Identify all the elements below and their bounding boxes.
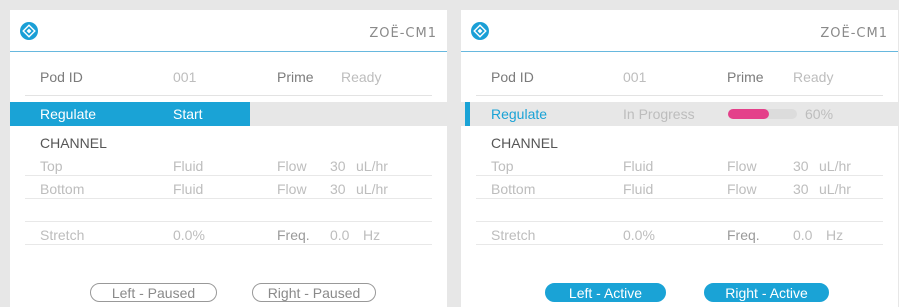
top-value: Fluid (623, 158, 654, 174)
app-logo-icon (20, 22, 38, 40)
top-label: Top (40, 158, 63, 174)
channel-heading: CHANNEL (491, 135, 558, 151)
left-active-button[interactable]: Left - Active (545, 283, 666, 302)
bottom-label: Bottom (491, 181, 536, 197)
row-divider (476, 244, 883, 245)
row-divider (25, 244, 432, 245)
bottom-flow-unit: uL/hr (819, 181, 851, 197)
stretch-row: Stretch 0.0% Freq. 0.0 Hz (461, 225, 898, 245)
instrument-panel-right: ZOË-CM1 Pod ID 001 Prime Ready Regulate … (461, 10, 898, 307)
regulate-row-fill (250, 102, 447, 126)
bottom-flow-value: 30 (330, 181, 346, 197)
bottom-value: Fluid (623, 181, 654, 197)
header-divider (461, 51, 898, 52)
progress-fill (728, 109, 770, 119)
regulate-status: In Progress (623, 106, 695, 122)
stretch-label: Stretch (491, 227, 536, 243)
prime-value: Ready (341, 69, 382, 85)
device-model: ZOË-CM1 (820, 26, 888, 41)
progress-percent: 60% (805, 106, 834, 122)
row-divider (476, 221, 883, 222)
top-flow-label: Flow (277, 158, 307, 174)
right-paused-button[interactable]: Right - Paused (252, 283, 376, 302)
prime-label: Prime (277, 69, 314, 85)
bottom-channel-row: Bottom Fluid Flow 30 uL/hr (10, 179, 447, 199)
regulate-row[interactable]: Regulate Start (10, 102, 447, 126)
freq-value: 0.0 (330, 227, 350, 243)
bottom-flow-label: Flow (727, 181, 757, 197)
regulate-label: Regulate (491, 106, 548, 122)
left-paused-button[interactable]: Left - Paused (90, 283, 217, 302)
row-divider (476, 198, 883, 199)
freq-label: Freq. (727, 227, 760, 243)
spacer-row (10, 202, 447, 222)
stretch-value: 0.0% (623, 227, 655, 243)
regulate-value: Start (173, 106, 203, 122)
pod-info-row: Pod ID 001 Prime Ready (10, 65, 447, 89)
prime-label: Prime (727, 69, 764, 85)
bottom-channel-row: Bottom Fluid Flow 30 uL/hr (461, 179, 898, 199)
pod-id-value: 001 (623, 69, 647, 85)
regulate-progress-bar (728, 109, 797, 119)
freq-unit: Hz (826, 227, 844, 243)
top-flow-unit: uL/hr (356, 158, 388, 174)
top-channel-row: Top Fluid Flow 30 uL/hr (10, 156, 447, 176)
channel-heading: CHANNEL (40, 135, 107, 151)
device-model: ZOË-CM1 (369, 26, 437, 41)
app-logo-icon (471, 22, 489, 40)
panel-header: ZOË-CM1 (10, 10, 447, 51)
pod-info-row: Pod ID 001 Prime Ready (461, 65, 898, 89)
freq-unit: Hz (363, 227, 381, 243)
row-divider (476, 175, 883, 176)
stretch-label: Stretch (40, 227, 85, 243)
bottom-value: Fluid (173, 181, 204, 197)
stretch-value: 0.0% (173, 227, 205, 243)
row-divider (25, 221, 432, 222)
pod-id-label: Pod ID (491, 69, 534, 85)
prime-value: Ready (793, 69, 834, 85)
right-active-button[interactable]: Right - Active (704, 283, 829, 302)
header-divider (10, 51, 447, 52)
regulate-label: Regulate (40, 106, 97, 122)
freq-value: 0.0 (793, 227, 813, 243)
stretch-row: Stretch 0.0% Freq. 0.0 Hz (10, 225, 447, 245)
row-divider (25, 95, 432, 96)
top-label: Top (491, 158, 514, 174)
regulate-start-button[interactable]: Regulate Start (10, 102, 250, 126)
bottom-flow-label: Flow (277, 181, 307, 197)
freq-label: Freq. (277, 227, 310, 243)
top-flow-label: Flow (727, 158, 757, 174)
regulate-active-indicator (465, 102, 470, 126)
spacer-row (461, 202, 898, 222)
panel-header: ZOË-CM1 (461, 10, 898, 51)
top-flow-unit: uL/hr (819, 158, 851, 174)
bottom-flow-unit: uL/hr (356, 181, 388, 197)
top-flow-value: 30 (793, 158, 809, 174)
pod-id-label: Pod ID (40, 69, 83, 85)
channel-heading-row: CHANNEL (10, 133, 447, 153)
row-divider (476, 95, 883, 96)
bottom-label: Bottom (40, 181, 85, 197)
regulate-row: Regulate In Progress 60% (461, 102, 898, 126)
top-channel-row: Top Fluid Flow 30 uL/hr (461, 156, 898, 176)
top-value: Fluid (173, 158, 204, 174)
pod-id-value: 001 (173, 69, 197, 85)
bottom-flow-value: 30 (793, 181, 809, 197)
row-divider (25, 175, 432, 176)
row-divider (25, 198, 432, 199)
channel-heading-row: CHANNEL (461, 133, 898, 153)
top-flow-value: 30 (330, 158, 346, 174)
instrument-panel-left: ZOË-CM1 Pod ID 001 Prime Ready Regulate … (10, 10, 447, 307)
